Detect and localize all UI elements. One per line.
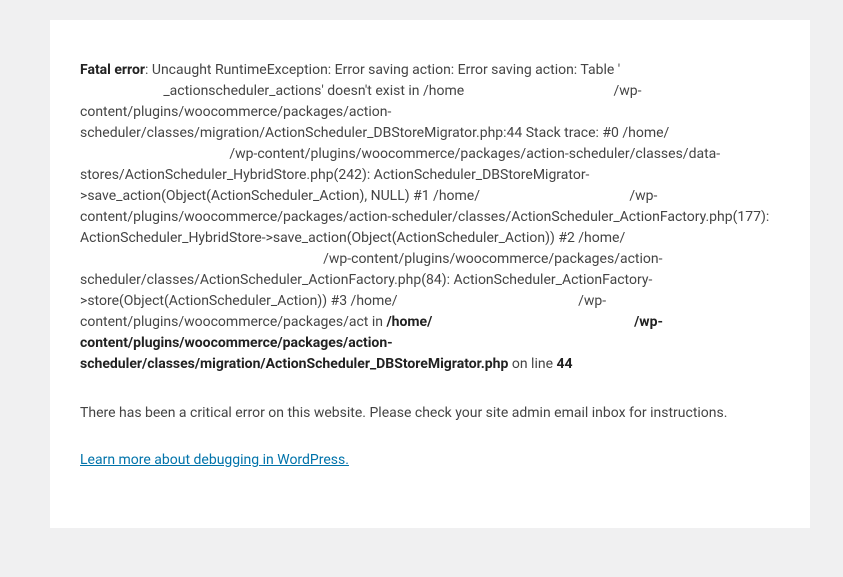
error-container: Fatal error: Uncaught RuntimeException: … — [50, 20, 810, 528]
error-text-2: _actionscheduler_actions' doesn't exist … — [163, 83, 464, 99]
error-bold-path: /home/ — [386, 314, 432, 330]
on-line-text: on line — [508, 356, 556, 372]
error-spacing-1 — [80, 83, 163, 99]
error-spacing-7 — [432, 314, 634, 330]
error-spacing-4 — [480, 188, 629, 204]
error-text-1: : Uncaught RuntimeException: Error savin… — [145, 62, 620, 78]
error-spacing-6 — [398, 293, 579, 309]
critical-error-notice: There has been a critical error on this … — [80, 405, 780, 421]
error-spacing-5 — [80, 251, 323, 267]
error-spacing-2 — [464, 83, 613, 99]
debug-link[interactable]: Learn more about debugging in WordPress. — [80, 452, 349, 468]
fatal-error-label: Fatal error — [80, 62, 145, 78]
line-number: 44 — [556, 356, 572, 372]
error-spacing-3 — [80, 146, 229, 162]
fatal-error-message: Fatal error: Uncaught RuntimeException: … — [80, 60, 780, 375]
